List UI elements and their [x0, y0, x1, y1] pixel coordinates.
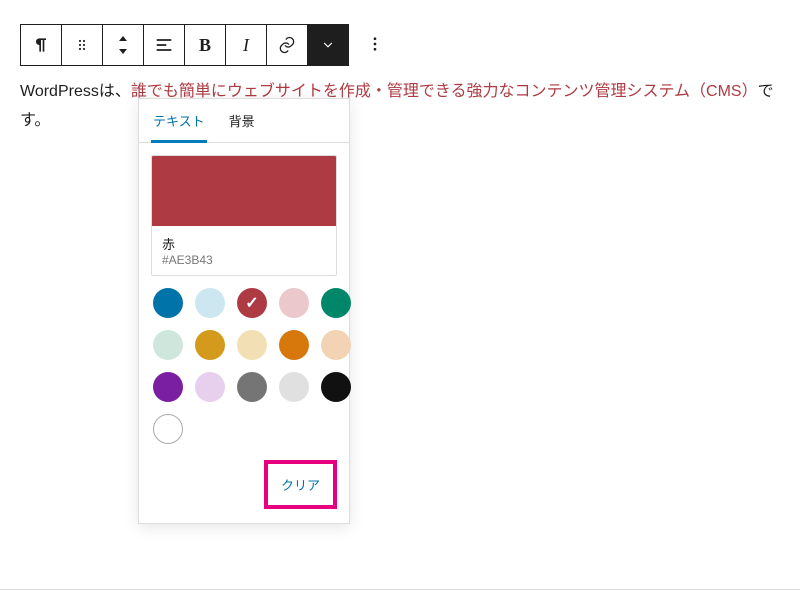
- move-up-down-button[interactable]: [102, 25, 143, 65]
- drag-handle-button[interactable]: [61, 25, 102, 65]
- italic-button[interactable]: I: [225, 25, 266, 65]
- color-popover: テキスト 背景 赤 #AE3B43 クリア: [138, 98, 350, 524]
- bold-icon: B: [199, 35, 211, 56]
- color-swatch-green[interactable]: [321, 288, 351, 318]
- tab-text-color[interactable]: テキスト: [151, 99, 207, 143]
- color-swatch-peach[interactable]: [321, 330, 351, 360]
- color-swatch-black[interactable]: [321, 372, 351, 402]
- toolbar-group-inline: B I: [184, 24, 349, 66]
- color-swatch-purple[interactable]: [153, 372, 183, 402]
- link-button[interactable]: [266, 25, 307, 65]
- color-swatch-blue[interactable]: [153, 288, 183, 318]
- color-swatch-lavender[interactable]: [195, 372, 225, 402]
- color-swatch-white[interactable]: [153, 414, 183, 444]
- color-swatch-cream[interactable]: [237, 330, 267, 360]
- color-swatch-red[interactable]: [237, 288, 267, 318]
- color-swatch-gray[interactable]: [237, 372, 267, 402]
- move-up-down-icon: [116, 34, 130, 56]
- more-vertical-icon: [366, 35, 384, 53]
- clear-button-highlight: クリア: [264, 460, 337, 509]
- align-left-icon: [154, 35, 174, 55]
- toolbar-group-block: [20, 24, 144, 66]
- color-preview-hex: #AE3B43: [162, 253, 326, 267]
- clear-button[interactable]: クリア: [268, 464, 333, 505]
- chevron-down-icon: [321, 38, 335, 52]
- color-swatch-grid: [139, 288, 349, 450]
- pilcrow-icon: [31, 35, 51, 55]
- color-preview-swatch: [152, 156, 336, 226]
- paragraph-block[interactable]: WordPressは、誰でも簡単にウェブサイトを作成・管理できる強力なコンテンツ…: [20, 78, 780, 136]
- toolbar-more-button[interactable]: [355, 24, 395, 64]
- bold-button[interactable]: B: [185, 25, 225, 65]
- drag-handle-icon: [74, 37, 90, 53]
- link-icon: [277, 35, 297, 55]
- tab-background-color[interactable]: 背景: [227, 99, 257, 142]
- color-swatch-light-blue[interactable]: [195, 288, 225, 318]
- color-swatch-pink[interactable]: [279, 288, 309, 318]
- color-swatch-light-gray[interactable]: [279, 372, 309, 402]
- paragraph-block-button[interactable]: [21, 25, 61, 65]
- more-inline-dropdown-button[interactable]: [307, 25, 348, 65]
- color-preview-card[interactable]: 赤 #AE3B43: [151, 155, 337, 276]
- align-button[interactable]: [144, 25, 184, 65]
- color-preview: 赤 #AE3B43: [139, 143, 349, 288]
- color-swatch-orange[interactable]: [279, 330, 309, 360]
- color-preview-name: 赤: [162, 234, 326, 253]
- italic-icon: I: [243, 35, 249, 56]
- toolbar-group-align: [143, 24, 185, 66]
- color-swatch-mint[interactable]: [153, 330, 183, 360]
- block-toolbar: B I: [20, 24, 395, 66]
- color-swatch-gold[interactable]: [195, 330, 225, 360]
- color-tabs: テキスト 背景: [139, 99, 349, 143]
- paragraph-text-prefix: WordPressは、: [20, 83, 131, 100]
